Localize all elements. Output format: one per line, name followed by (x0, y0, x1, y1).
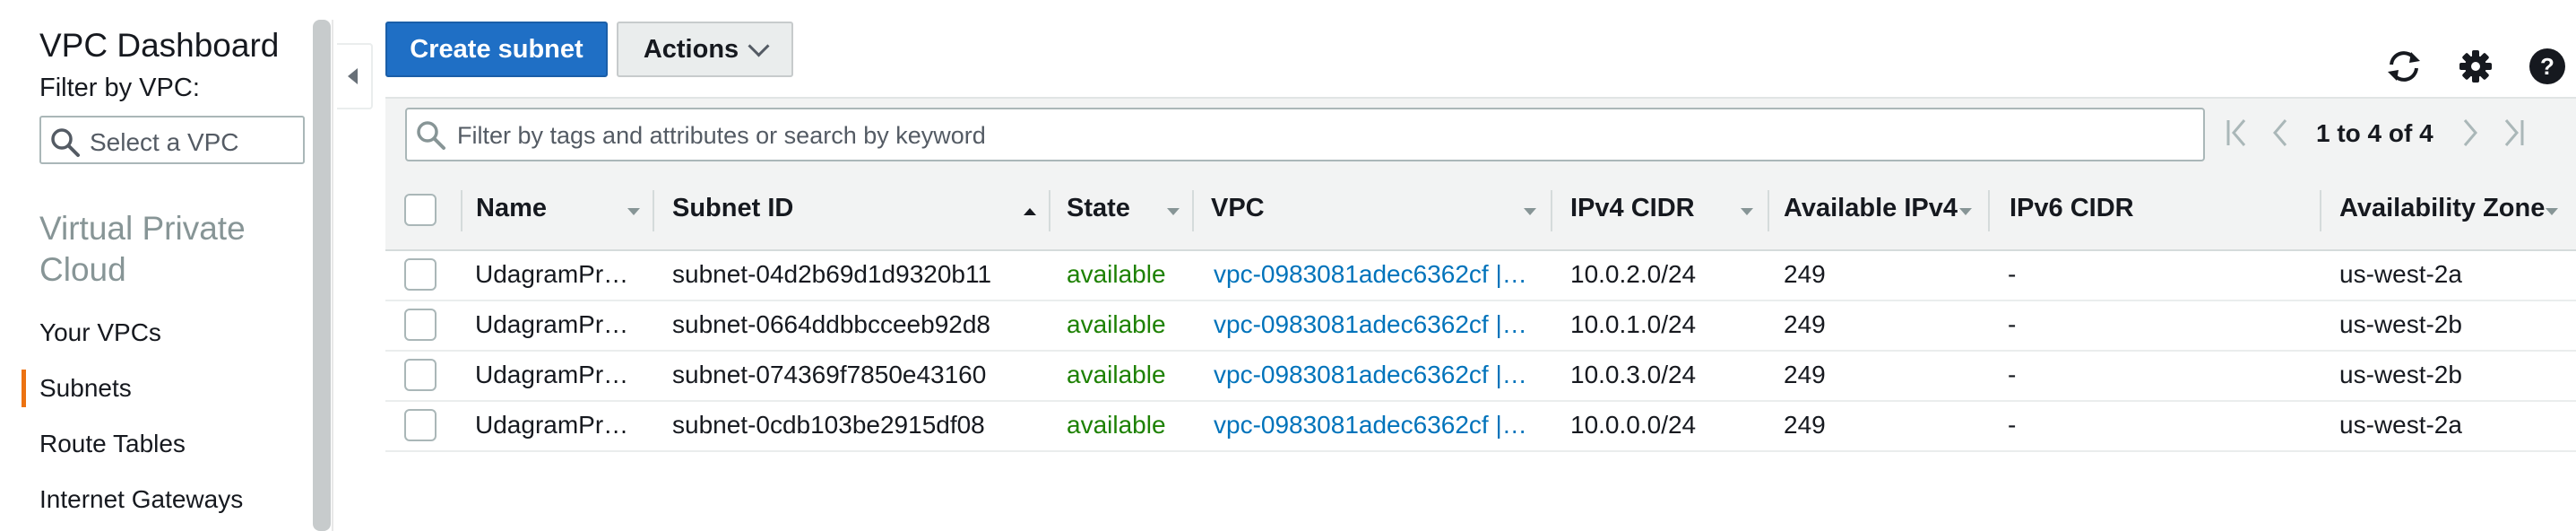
chevron-down-icon (748, 34, 770, 57)
column-separator (653, 190, 654, 231)
column-header-availability-zone[interactable]: Availability Zone (2339, 194, 2545, 223)
cell-vpc-link[interactable]: vpc-0983081adec6362cf |… (1214, 310, 1527, 339)
cell-vpc-link[interactable]: vpc-0983081adec6362cf |… (1214, 361, 1527, 389)
table-row[interactable]: UdagramPr… subnet-0cdb103be2915df08 avai… (385, 400, 2576, 452)
cell-subnet-id: subnet-04d2b69d1d9320b11 (672, 260, 992, 288)
actions-label: Actions (643, 34, 739, 64)
cell-ipv4-cidr: 10.0.1.0/24 (1570, 310, 1697, 338)
search-icon (51, 128, 80, 157)
cell-availability-zone: us-west-2a (2339, 260, 2462, 288)
search-placeholder: Filter by tags and attributes or search … (457, 122, 986, 149)
sidebar-item-internet-gateways[interactable]: Internet Gateways (39, 485, 243, 514)
row-checkbox[interactable] (404, 309, 437, 341)
cell-subnet-id: subnet-0cdb103be2915df08 (672, 411, 985, 439)
cell-subnet-id: subnet-074369f7850e43160 (672, 361, 987, 388)
cell-name: UdagramPr… (475, 361, 629, 388)
first-page-icon[interactable] (2223, 115, 2253, 151)
column-separator (1192, 190, 1194, 231)
row-checkbox[interactable] (404, 258, 437, 291)
sort-caret-icon[interactable] (1524, 208, 1536, 215)
cell-subnet-id: subnet-0664ddbbcceeb92d8 (672, 310, 990, 338)
column-header-ipv4-cidr[interactable]: IPv4 CIDR (1570, 194, 1695, 223)
refresh-icon[interactable] (2384, 47, 2424, 86)
sidebar-item-subnets[interactable]: Subnets (39, 374, 132, 403)
column-separator (1049, 190, 1050, 231)
sidebar-title[interactable]: VPC Dashboard (39, 27, 279, 65)
sort-caret-icon[interactable] (627, 208, 640, 215)
cell-vpc-link[interactable]: vpc-0983081adec6362cf |… (1214, 260, 1527, 289)
cell-available-ipv4: 249 (1784, 310, 1826, 338)
sidebar-item-route-tables[interactable]: Route Tables (39, 430, 186, 458)
cell-state: available (1067, 361, 1166, 388)
cell-vpc-link[interactable]: vpc-0983081adec6362cf |… (1214, 411, 1527, 440)
cell-ipv6-cidr: - (2008, 361, 2017, 388)
collapse-sidebar-button[interactable] (337, 43, 373, 109)
sidebar-divider (332, 20, 333, 531)
search-input[interactable]: Filter by tags and attributes or search … (405, 108, 2205, 161)
svg-text:?: ? (2540, 53, 2554, 80)
sidebar-item-your-vpcs[interactable]: Your VPCs (39, 318, 161, 347)
cell-availability-zone: us-west-2a (2339, 411, 2462, 439)
column-header-vpc[interactable]: VPC (1211, 194, 1265, 223)
sidebar: VPC Dashboard Filter by VPC: Select a VP… (0, 0, 314, 531)
cell-state: available (1067, 411, 1166, 439)
column-separator (2320, 190, 2321, 231)
column-header-available-ipv4[interactable]: Available IPv4 (1784, 194, 1958, 223)
cell-available-ipv4: 249 (1784, 411, 1826, 439)
vpc-filter-label: Filter by VPC: (39, 74, 200, 102)
chevron-left-icon (348, 68, 358, 84)
cell-state: available (1067, 310, 1166, 338)
cell-availability-zone: us-west-2b (2339, 310, 2462, 338)
select-all-checkbox[interactable] (404, 194, 437, 226)
table-row[interactable]: UdagramPr… subnet-04d2b69d1d9320b11 avai… (385, 249, 2576, 301)
cell-ipv4-cidr: 10.0.3.0/24 (1570, 361, 1697, 388)
sort-caret-icon[interactable] (1167, 208, 1180, 215)
vpc-filter-select[interactable]: Select a VPC (39, 116, 305, 164)
sort-caret-icon[interactable] (1959, 208, 1972, 215)
pagination-text: 1 to 4 of 4 (2316, 119, 2433, 147)
cell-name: UdagramPr… (475, 310, 629, 338)
table-row[interactable]: UdagramPr… subnet-0664ddbbcceeb92d8 avai… (385, 300, 2576, 352)
column-header-ipv6-cidr[interactable]: IPv6 CIDR (2010, 194, 2134, 223)
column-separator (461, 190, 462, 231)
gear-icon[interactable] (2456, 47, 2495, 86)
column-header-subnet-id[interactable]: Subnet ID (672, 194, 793, 223)
active-nav-indicator (22, 370, 26, 407)
cell-name: UdagramPr… (475, 411, 629, 439)
sort-caret-icon[interactable] (1741, 208, 1753, 215)
row-checkbox[interactable] (404, 409, 437, 441)
cell-availability-zone: us-west-2b (2339, 361, 2462, 388)
sort-caret-icon[interactable] (2546, 208, 2558, 215)
cell-name: UdagramPr… (475, 260, 629, 288)
create-subnet-label: Create subnet (410, 34, 583, 64)
cell-available-ipv4: 249 (1784, 260, 1826, 288)
column-separator (1551, 190, 1552, 231)
previous-page-icon[interactable] (2268, 115, 2295, 151)
actions-dropdown-button[interactable]: Actions (617, 22, 793, 77)
column-header-name[interactable]: Name (476, 194, 547, 223)
cell-ipv6-cidr: - (2008, 411, 2017, 439)
section-title-text: Virtual Private Cloud (39, 210, 246, 288)
column-separator (1768, 190, 1769, 231)
create-subnet-button[interactable]: Create subnet (385, 22, 608, 77)
cell-ipv4-cidr: 10.0.0.0/24 (1570, 411, 1697, 439)
table-row[interactable]: UdagramPr… subnet-074369f7850e43160 avai… (385, 350, 2576, 402)
column-separator (1988, 190, 1990, 231)
sidebar-scrollbar[interactable] (313, 20, 331, 531)
help-icon[interactable]: ? (2528, 47, 2567, 86)
cell-ipv6-cidr: - (2008, 310, 2017, 338)
cell-ipv6-cidr: - (2008, 260, 2017, 288)
row-checkbox[interactable] (404, 359, 437, 391)
vpc-select-placeholder: Select a VPC (90, 128, 239, 156)
cell-ipv4-cidr: 10.0.2.0/24 (1570, 260, 1697, 288)
next-page-icon[interactable] (2456, 115, 2483, 151)
cell-available-ipv4: 249 (1784, 361, 1826, 388)
cell-state: available (1067, 260, 1166, 288)
sort-ascending-icon[interactable] (1024, 208, 1036, 215)
column-header-state[interactable]: State (1067, 194, 1130, 223)
last-page-icon[interactable] (2497, 115, 2528, 151)
sidebar-section-title: Virtual Private Cloud (39, 208, 272, 291)
search-icon (417, 121, 445, 150)
